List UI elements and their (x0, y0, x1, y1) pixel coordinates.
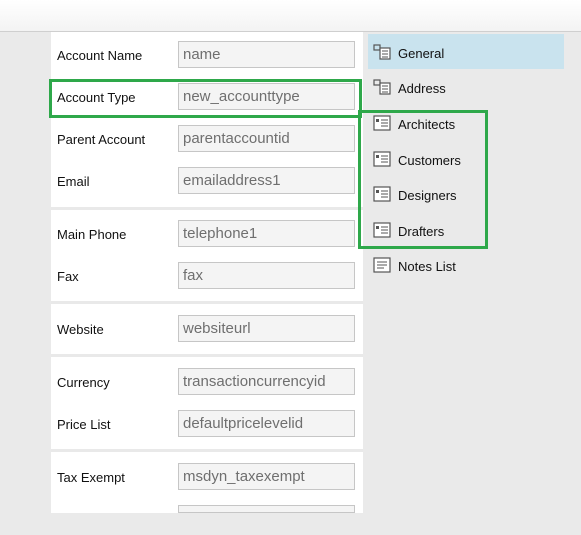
email-field[interactable]: emailaddress1 (178, 167, 355, 194)
field-row-tax-exempt: Tax Exempt msdyn_taxexempt (51, 463, 363, 493)
tax-exempt-label: Tax Exempt (57, 470, 125, 485)
nav-item-notes-list[interactable]: Notes List (368, 247, 564, 282)
section-navigation: General Address Architects Customers Des… (368, 32, 581, 513)
email-label: Email (57, 174, 90, 189)
notes-icon (373, 257, 391, 273)
section-divider (51, 301, 363, 304)
field-row-parent-account: Parent Account parentaccountid (51, 125, 363, 155)
section-divider (51, 207, 363, 210)
price-list-label: Price List (57, 417, 111, 432)
nav-item-general[interactable]: General (368, 34, 564, 69)
fax-label: Fax (57, 269, 79, 284)
currency-label: Currency (57, 375, 110, 390)
website-label: Website (57, 322, 104, 337)
nav-item-address[interactable]: Address (368, 69, 564, 104)
account-name-field[interactable]: name (178, 41, 355, 68)
main-phone-label: Main Phone (57, 227, 127, 242)
tax-exempt-field[interactable]: msdyn_taxexempt (178, 463, 355, 490)
section-icon (373, 79, 391, 95)
field-row-main-phone: Main Phone telephone1 (51, 220, 363, 250)
website-field[interactable]: websiteurl (178, 315, 355, 342)
nav-item-label: Notes List (398, 259, 456, 274)
section-divider (51, 449, 363, 452)
top-toolbar (0, 0, 581, 32)
nav-item-label: General (398, 46, 445, 61)
section-divider (51, 354, 363, 357)
field-row-email: Email emailaddress1 (51, 167, 363, 197)
partial-field[interactable] (178, 505, 355, 513)
parent-account-label: Parent Account (57, 132, 146, 147)
subgrid-group-highlight (358, 110, 488, 249)
nav-item-label: Address (398, 81, 446, 96)
field-row-account-name: Account Name name (51, 41, 363, 71)
field-row-fax: Fax fax (51, 262, 363, 292)
account-name-label: Account Name (57, 48, 143, 63)
field-row-website: Website websiteurl (51, 315, 363, 345)
currency-field[interactable]: transactioncurrencyid (178, 368, 355, 395)
field-row-price-list: Price List defaultpricelevelid (51, 410, 363, 440)
field-row-partial (51, 505, 363, 535)
main-phone-field[interactable]: telephone1 (178, 220, 355, 247)
account-type-highlight (49, 79, 362, 118)
parent-account-field[interactable]: parentaccountid (178, 125, 355, 152)
field-row-currency: Currency transactioncurrencyid (51, 368, 363, 398)
fax-field[interactable]: fax (178, 262, 355, 289)
section-icon (373, 44, 391, 60)
price-list-field[interactable]: defaultpricelevelid (178, 410, 355, 437)
